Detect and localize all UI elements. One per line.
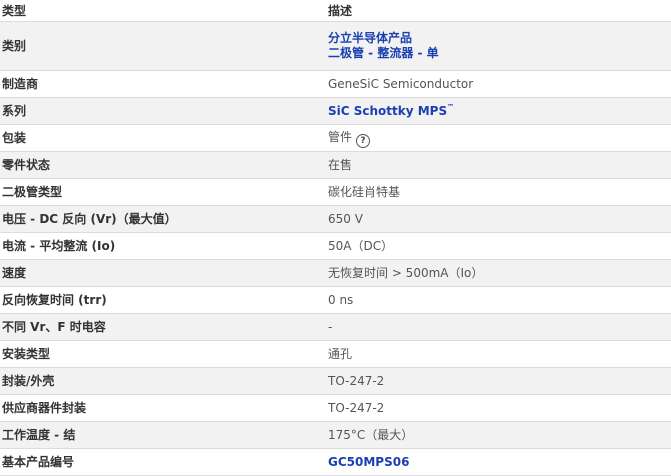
- row-value: TO-247-2: [326, 367, 671, 395]
- row-label: 零件状态: [0, 151, 326, 179]
- row-value: GeneSiC Semiconductor: [326, 70, 671, 98]
- trademark-symbol: ™: [447, 102, 455, 111]
- row-label: 电流 - 平均整流 (Io): [0, 232, 326, 260]
- table-row: 基本产品编号 GC50MPS06: [0, 448, 671, 476]
- series-link-text[interactable]: SiC Schottky MPS: [328, 104, 447, 118]
- row-value: TO-247-2: [326, 394, 671, 422]
- question-circle-icon[interactable]: ?: [356, 133, 371, 148]
- row-label: 系列: [0, 97, 326, 125]
- row-label: 电压 - DC 反向 (Vr)（最大值）: [0, 205, 326, 233]
- row-label: 类别: [0, 21, 326, 71]
- product-attributes-table: 类型 描述 类别 分立半导体产品 二极管 - 整流器 - 单 制造商 GeneS…: [0, 0, 671, 476]
- row-label: 安装类型: [0, 340, 326, 368]
- row-value: 在售: [326, 151, 671, 179]
- row-label: 制造商: [0, 70, 326, 98]
- row-value: 50A（DC）: [326, 232, 671, 260]
- row-value: 0 ns: [326, 286, 671, 314]
- table-row: 电流 - 平均整流 (Io) 50A（DC）: [0, 232, 671, 260]
- row-value: 分立半导体产品 二极管 - 整流器 - 单: [326, 21, 671, 71]
- row-label: 工作温度 - 结: [0, 421, 326, 449]
- table-row: 反向恢复时间 (trr) 0 ns: [0, 286, 671, 314]
- row-value: SiC Schottky MPS™: [326, 97, 671, 125]
- row-label: 反向恢复时间 (trr): [0, 286, 326, 314]
- table-row: 电压 - DC 反向 (Vr)（最大值） 650 V: [0, 205, 671, 233]
- packaging-value: 管件: [328, 129, 353, 144]
- row-value: GC50MPS06: [326, 448, 671, 476]
- table-row: 制造商 GeneSiC Semiconductor: [0, 70, 671, 98]
- row-label: 封装/外壳: [0, 367, 326, 395]
- table-row: 供应商器件封装 TO-247-2: [0, 394, 671, 422]
- table-row: 类别 分立半导体产品 二极管 - 整流器 - 单: [0, 21, 671, 71]
- row-label: 二极管类型: [0, 178, 326, 206]
- row-value: 175°C（最大）: [326, 421, 671, 449]
- table-header-row: 类型 描述: [0, 0, 671, 22]
- row-value: -: [326, 313, 671, 341]
- row-label: 供应商器件封装: [0, 394, 326, 422]
- table-row: 零件状态 在售: [0, 151, 671, 179]
- column-header-description: 描述: [326, 0, 671, 22]
- row-value: 650 V: [326, 205, 671, 233]
- table-row: 不同 Vr、F 时电容 -: [0, 313, 671, 341]
- series-link[interactable]: SiC Schottky MPS™: [328, 102, 455, 118]
- row-label: 不同 Vr、F 时电容: [0, 313, 326, 341]
- row-label: 速度: [0, 259, 326, 287]
- table-row: 系列 SiC Schottky MPS™: [0, 97, 671, 125]
- table-row: 封装/外壳 TO-247-2: [0, 367, 671, 395]
- table-row: 安装类型 通孔: [0, 340, 671, 368]
- column-header-type: 类型: [0, 0, 326, 22]
- row-value: 通孔: [326, 340, 671, 368]
- row-value: 管件?: [326, 124, 671, 152]
- table-row: 工作温度 - 结 175°C（最大）: [0, 421, 671, 449]
- subcategory-link[interactable]: 二极管 - 整流器 - 单: [328, 46, 671, 61]
- row-label: 基本产品编号: [0, 448, 326, 476]
- table-row: 包装 管件?: [0, 124, 671, 152]
- base-product-number-link[interactable]: GC50MPS06: [328, 455, 409, 469]
- category-link[interactable]: 分立半导体产品: [328, 31, 671, 46]
- row-value: 碳化硅肖特基: [326, 178, 671, 206]
- row-value: 无恢复时间 > 500mA（Io）: [326, 259, 671, 287]
- table-row: 二极管类型 碳化硅肖特基: [0, 178, 671, 206]
- table-row: 速度 无恢复时间 > 500mA（Io）: [0, 259, 671, 287]
- row-label: 包装: [0, 124, 326, 152]
